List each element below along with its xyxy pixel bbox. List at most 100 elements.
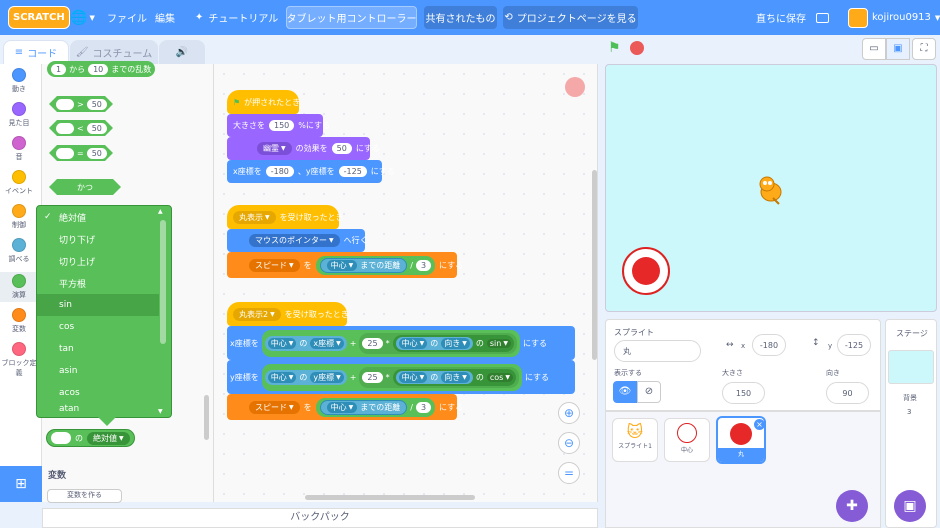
large-stage-button[interactable]: ▣ xyxy=(886,38,910,60)
math-op-block[interactable]: の 絶対値 ▼ xyxy=(46,429,135,447)
file-menu[interactable]: ファイル xyxy=(107,0,147,35)
sprite-name-input[interactable]: 丸 xyxy=(614,340,701,362)
y-input[interactable]: -125 xyxy=(338,166,367,177)
backpack[interactable]: バックパック xyxy=(42,508,598,528)
message-dropdown[interactable]: 丸表示2 ▼ xyxy=(233,307,281,321)
object-dropdown[interactable]: 中心 ▼ xyxy=(398,337,428,349)
math-op-input[interactable] xyxy=(51,432,71,444)
divide-block[interactable]: 中心 ▼ までの距離 / 3 xyxy=(315,255,436,275)
stage-thumbnail[interactable] xyxy=(888,350,934,384)
equals-block[interactable]: = 50 xyxy=(49,145,113,161)
y-input[interactable]: -125 xyxy=(837,334,871,356)
set-effect-block[interactable]: 幽霊 ▼ の効果を 50 にする xyxy=(227,137,380,160)
operand-value[interactable]: 50 xyxy=(86,98,107,110)
number-input[interactable]: 25 xyxy=(362,371,383,383)
operand-value[interactable]: 50 xyxy=(86,147,107,159)
hide-sprite-button[interactable]: ⊘ xyxy=(637,381,661,403)
dropdown-item-asin[interactable]: asin xyxy=(37,360,159,382)
operand-slot[interactable] xyxy=(56,122,74,134)
x-input[interactable]: -180 xyxy=(265,166,294,177)
of-sensor-block[interactable]: 中心 ▼ の y座標 ▼ xyxy=(264,369,347,385)
edit-menu[interactable]: 編集 xyxy=(155,0,175,35)
category-sound[interactable]: 音 xyxy=(0,136,38,162)
effect-input[interactable]: 50 xyxy=(331,143,352,154)
category-sensing[interactable]: 調べる xyxy=(0,238,38,264)
of-sensor-block[interactable]: 中心 ▼ の向き ▼ xyxy=(395,336,473,350)
add-sprite-button[interactable]: ✚ xyxy=(836,490,868,522)
dropdown-item-ceiling[interactable]: 切り上げ xyxy=(37,250,159,272)
category-motion[interactable]: 動き xyxy=(0,68,38,94)
set-variable-block[interactable]: スピード ▼ を 中心 ▼ までの距離 / 3 にする xyxy=(227,394,463,420)
shared-button[interactable]: 共有されたもの xyxy=(424,6,497,29)
divisor-input[interactable]: 3 xyxy=(415,401,432,413)
sprite-thumb-center[interactable]: 中心 xyxy=(664,418,710,462)
delete-sprite-button[interactable]: × xyxy=(754,419,765,430)
my-stuff-button[interactable] xyxy=(816,0,829,35)
sensor-dropdown[interactable]: 中心 ▼ xyxy=(326,259,358,271)
effect-dropdown[interactable]: 幽霊 ▼ xyxy=(257,142,292,155)
dropdown-item-acos[interactable]: acos xyxy=(37,382,159,404)
direction-input[interactable]: 90 xyxy=(826,382,869,404)
set-y-block[interactable]: y座標を 中心 ▼ の y座標 ▼ + 25 * 中心 ▼ の向き ▼ の cos ▼ にする xyxy=(227,360,575,394)
multiply-block[interactable]: 25 * 中心 ▼ の向き ▼ の sin ▼ xyxy=(359,332,517,354)
dropdown-item-sqrt[interactable]: 平方根 xyxy=(37,272,159,294)
variable-dropdown[interactable]: スピード ▼ xyxy=(249,258,300,272)
dropdown-scrollbar[interactable] xyxy=(160,220,166,344)
tab-sounds[interactable]: 🔊 xyxy=(159,40,205,64)
tutorials-button[interactable]: ✦ チュートリアル xyxy=(195,0,278,35)
project-page-button[interactable]: ⟲ プロジェクトページを見る xyxy=(503,6,638,29)
dropdown-item-abs[interactable]: ✓ 絶対値 xyxy=(37,206,159,228)
sensor-dropdown[interactable]: 中心 ▼ xyxy=(326,401,358,413)
add-backdrop-button[interactable]: ▣ xyxy=(894,490,926,522)
random-block[interactable]: 1 から 10 までの乱数 xyxy=(47,61,156,77)
category-events[interactable]: イベント xyxy=(0,170,38,196)
property-dropdown[interactable]: 向き ▼ xyxy=(441,371,470,383)
and-block[interactable]: かつ xyxy=(49,179,121,195)
small-stage-button[interactable]: ▭ xyxy=(862,38,886,60)
of-sensor-block[interactable]: 中心 ▼ の向き ▼ xyxy=(395,370,473,384)
operand-slot[interactable] xyxy=(56,98,74,110)
scratch-logo[interactable]: SCRATCH xyxy=(8,6,70,29)
x-input[interactable]: -180 xyxy=(752,334,786,356)
random-from-input[interactable]: 1 xyxy=(51,63,67,75)
go-to-xy-block[interactable]: x座標を -180 、y座標を -125 にする xyxy=(227,160,395,183)
message-dropdown[interactable]: 丸表示 ▼ xyxy=(233,210,276,224)
math-op-block[interactable]: 中心 ▼ の向き ▼ の cos ▼ xyxy=(392,368,516,386)
project-title-input[interactable]: タブレット用コントローラー xyxy=(286,6,417,29)
stop-button[interactable] xyxy=(630,41,644,55)
set-x-block[interactable]: x座標を 中心 ▼ の x座標 ▼ + 25 * 中心 ▼ の向き ▼ の sin ▼ にする xyxy=(227,326,575,360)
when-receive-block[interactable]: 丸表示 ▼ を受け取ったとき xyxy=(227,205,344,229)
category-my-blocks[interactable]: ブロック定義 xyxy=(0,342,38,378)
property-dropdown[interactable]: x座標 ▼ xyxy=(310,337,344,349)
category-variables[interactable]: 変数 xyxy=(0,308,38,334)
zoom-out-button[interactable]: ⊖ xyxy=(558,432,580,454)
property-dropdown[interactable]: y座標 ▼ xyxy=(310,371,344,383)
dropdown-item-floor[interactable]: 切り下げ xyxy=(37,228,159,250)
dropdown-item-cos[interactable]: cos xyxy=(37,316,159,338)
go-to-block[interactable]: マウスのポインター ▼ へ行く xyxy=(227,229,368,252)
show-sprite-button[interactable]: 👁 xyxy=(613,381,637,403)
property-dropdown[interactable]: 向き ▼ xyxy=(441,337,470,349)
size-input[interactable]: 150 xyxy=(722,382,765,404)
zoom-in-button[interactable]: ⊕ xyxy=(558,402,580,424)
zoom-reset-button[interactable]: = xyxy=(558,462,580,484)
variable-dropdown[interactable]: スピード ▼ xyxy=(249,400,300,414)
dropdown-item-atan[interactable]: atan xyxy=(37,404,159,418)
function-dropdown[interactable]: cos ▼ xyxy=(486,372,513,382)
add-block[interactable]: 中心 ▼ の x座標 ▼ + 25 * 中心 ▼ の向き ▼ の sin ▼ xyxy=(261,329,520,357)
set-size-block[interactable]: 大きさを 150 %にする xyxy=(227,114,330,137)
category-looks[interactable]: 見た目 xyxy=(0,102,38,128)
target-dropdown[interactable]: マウスのポインター ▼ xyxy=(249,234,340,247)
sprite-thumb-cat[interactable]: 🐱 スプライト1 xyxy=(612,418,658,462)
distance-to-block[interactable]: 中心 ▼ までの距離 xyxy=(319,257,408,273)
scroll-down-icon[interactable]: ▼ xyxy=(158,408,163,415)
scroll-up-icon[interactable]: ▲ xyxy=(158,208,163,215)
distance-to-block[interactable]: 中心 ▼ までの距離 xyxy=(319,399,408,415)
random-to-input[interactable]: 10 xyxy=(88,63,109,75)
function-dropdown[interactable]: sin ▼ xyxy=(486,338,511,348)
number-input[interactable]: 25 xyxy=(362,337,383,349)
divisor-input[interactable]: 3 xyxy=(415,259,432,271)
when-flag-clicked-block[interactable]: ⚑ が押されたとき xyxy=(227,90,300,114)
fullscreen-button[interactable]: ⛶ xyxy=(912,38,936,60)
size-input[interactable]: 150 xyxy=(269,120,295,131)
